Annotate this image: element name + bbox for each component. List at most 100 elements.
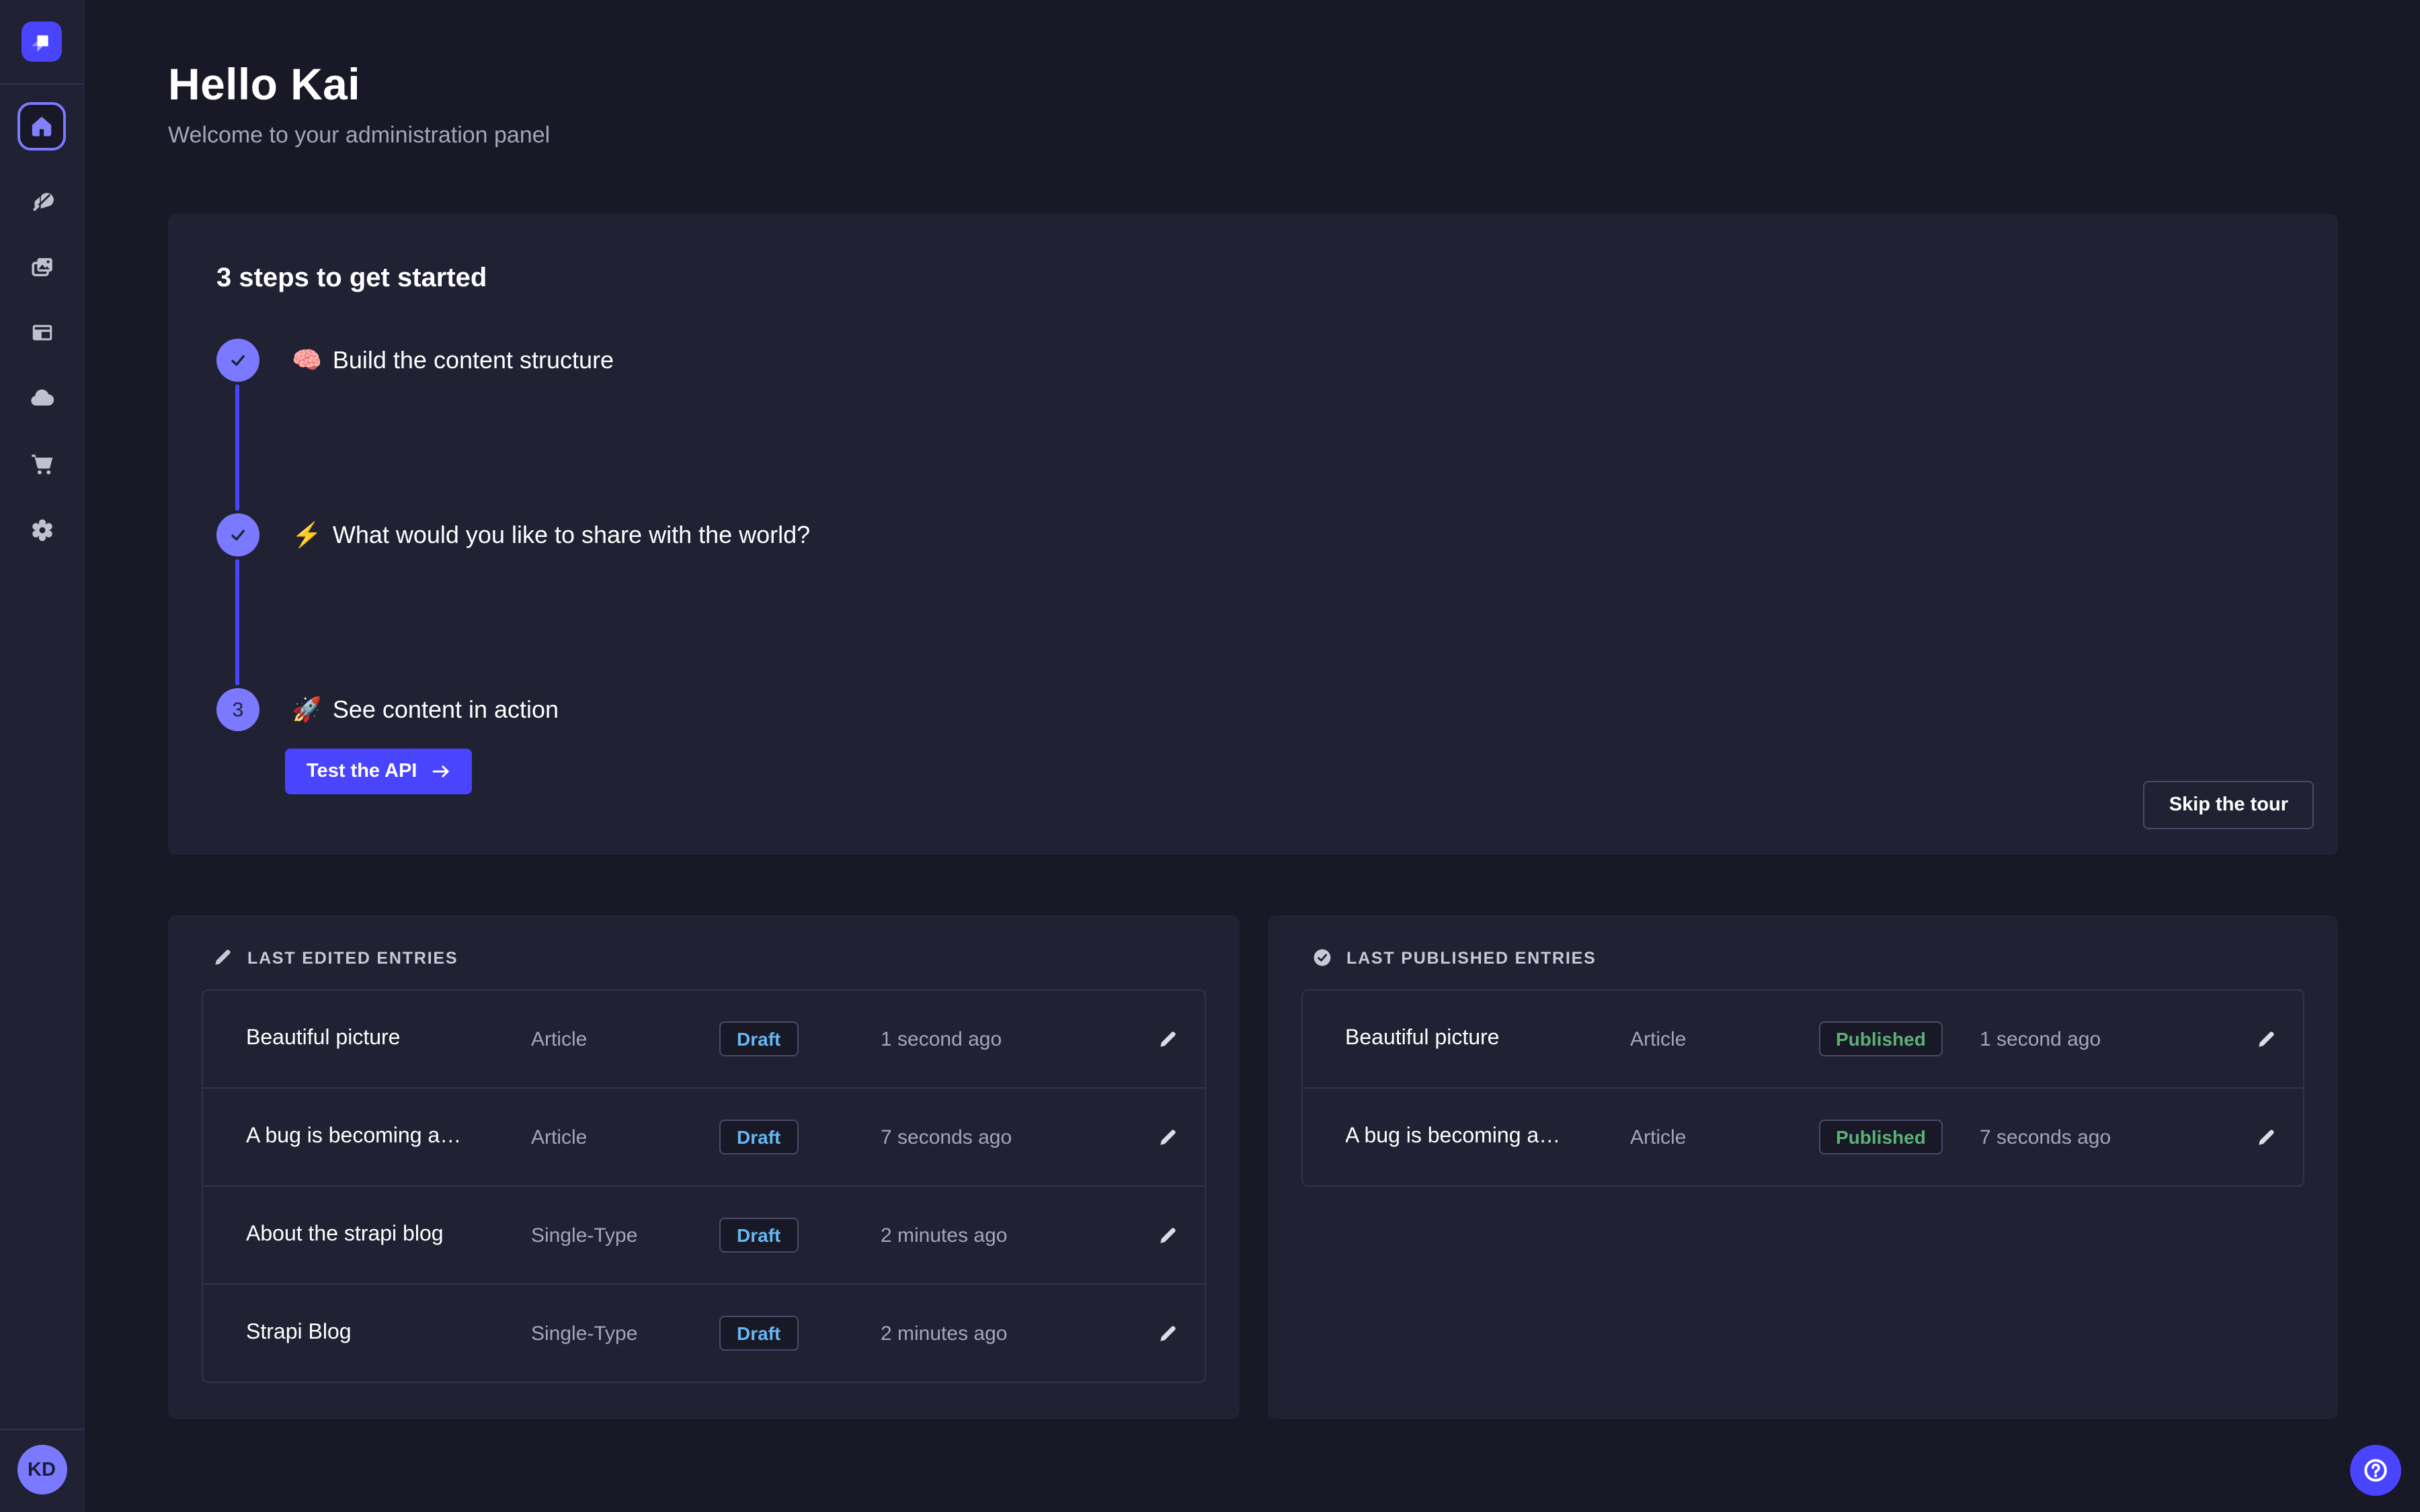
skip-the-tour-button[interactable]: Skip the tour bbox=[2144, 781, 2314, 829]
last-published-header: LAST PUBLISHED ENTRIES bbox=[1301, 948, 2304, 968]
edit-entry-button[interactable] bbox=[1154, 1222, 1180, 1248]
help-button[interactable] bbox=[2350, 1445, 2401, 1496]
entry-time: 7 seconds ago bbox=[881, 1126, 1154, 1148]
entries-panels: LAST EDITED ENTRIES Beautiful picture Ar… bbox=[168, 915, 2338, 1419]
sidebar-item-content-type-builder[interactable] bbox=[26, 184, 58, 216]
entry-title: Beautiful picture bbox=[1345, 1027, 1630, 1051]
sidebar: KD bbox=[0, 0, 85, 1512]
sidebar-footer: KD bbox=[0, 1429, 83, 1512]
cloud-icon bbox=[28, 384, 55, 411]
pencil-icon bbox=[2256, 1127, 2276, 1147]
onboarding-cta-row: Test the API bbox=[285, 749, 2290, 794]
last-published-table: Beautiful picture Article Published 1 se… bbox=[1301, 989, 2304, 1187]
status-badge: Published bbox=[1818, 1021, 1943, 1056]
edit-entry-button[interactable] bbox=[1154, 1124, 1180, 1150]
onboarding-step-2: ⚡ What would you like to share with the … bbox=[216, 513, 2290, 556]
user-avatar[interactable]: KD bbox=[17, 1445, 67, 1495]
pencil-icon bbox=[212, 948, 233, 968]
entry-title: A bug is becoming a… bbox=[246, 1125, 531, 1149]
table-row: About the strapi blog Single-Type Draft … bbox=[203, 1185, 1204, 1284]
entry-type: Single-Type bbox=[531, 1224, 719, 1247]
strapi-admin-app: KD Hello Kai Welcome to your administrat… bbox=[0, 0, 2420, 1512]
step-number: 3 bbox=[233, 698, 244, 721]
edit-entry-button[interactable] bbox=[1154, 1026, 1180, 1052]
pencil-icon bbox=[1157, 1323, 1177, 1343]
entry-time: 7 seconds ago bbox=[1980, 1126, 2253, 1148]
sidebar-item-cloud[interactable] bbox=[26, 382, 58, 414]
pencil-icon bbox=[1157, 1029, 1177, 1049]
entry-time: 1 second ago bbox=[1980, 1027, 2253, 1050]
main-content: Hello Kai Welcome to your administration… bbox=[85, 0, 2420, 1512]
onboarding-card: 3 steps to get started 🧠 Build the conte… bbox=[168, 214, 2338, 855]
strapi-logo-icon bbox=[27, 27, 56, 56]
test-the-api-label: Test the API bbox=[307, 761, 417, 782]
step-number-badge: 3 bbox=[216, 688, 259, 731]
zap-emoji-icon: ⚡ bbox=[292, 521, 322, 549]
sidebar-nav bbox=[0, 85, 83, 546]
pencil-icon bbox=[1157, 1127, 1177, 1147]
last-published-panel: LAST PUBLISHED ENTRIES Beautiful picture… bbox=[1267, 915, 2338, 1419]
question-circle-icon bbox=[2362, 1457, 2389, 1484]
last-edited-header-label: LAST EDITED ENTRIES bbox=[247, 948, 458, 967]
entry-title: A bug is becoming a… bbox=[1345, 1125, 1630, 1149]
table-row: A bug is becoming a… Article Draft 7 sec… bbox=[203, 1087, 1204, 1185]
entry-type: Article bbox=[1630, 1027, 1818, 1050]
step-connector-line bbox=[235, 384, 239, 511]
entry-time: 2 minutes ago bbox=[881, 1322, 1154, 1345]
pencil-icon bbox=[2256, 1029, 2276, 1049]
step-label: 🧠 Build the content structure bbox=[292, 346, 614, 374]
entry-title: About the strapi blog bbox=[246, 1223, 531, 1247]
brain-emoji-icon: 🧠 bbox=[292, 346, 322, 374]
media-library-icon bbox=[29, 253, 54, 279]
sidebar-item-home[interactable] bbox=[17, 102, 66, 151]
last-edited-header: LAST EDITED ENTRIES bbox=[202, 948, 1205, 968]
entry-time: 2 minutes ago bbox=[881, 1224, 1154, 1247]
rocket-emoji-icon: 🚀 bbox=[292, 696, 322, 724]
step-label: 🚀 See content in action bbox=[292, 696, 559, 724]
workspace-logo-button[interactable] bbox=[22, 22, 62, 62]
last-edited-table: Beautiful picture Article Draft 1 second… bbox=[202, 989, 1205, 1383]
onboarding-step-3: 3 🚀 See content in action bbox=[216, 688, 2290, 731]
entry-type: Article bbox=[531, 1126, 719, 1148]
status-badge: Draft bbox=[719, 1218, 798, 1253]
step-label: ⚡ What would you like to share with the … bbox=[292, 521, 810, 549]
entry-type: Article bbox=[1630, 1126, 1818, 1148]
status-badge: Draft bbox=[719, 1316, 798, 1351]
table-row: Strapi Blog Single-Type Draft 2 minutes … bbox=[203, 1284, 1204, 1382]
step-label-text: See content in action bbox=[333, 696, 559, 724]
feather-icon bbox=[29, 187, 54, 213]
sidebar-item-media-library[interactable] bbox=[26, 250, 58, 282]
edit-entry-button[interactable] bbox=[1154, 1320, 1180, 1346]
marketplace-cart-icon bbox=[29, 451, 54, 476]
entry-title: Strapi Blog bbox=[246, 1321, 531, 1345]
arrow-right-icon bbox=[432, 762, 450, 781]
step-done-check-icon bbox=[216, 339, 259, 382]
table-row: Beautiful picture Article Draft 1 second… bbox=[203, 991, 1204, 1087]
sidebar-item-content-manager[interactable] bbox=[26, 316, 58, 348]
status-badge: Published bbox=[1818, 1120, 1943, 1154]
entry-type: Article bbox=[531, 1027, 719, 1050]
status-badge: Draft bbox=[719, 1120, 798, 1154]
table-row: A bug is becoming a… Article Published 7… bbox=[1302, 1087, 2303, 1185]
step-connector-line bbox=[235, 559, 239, 685]
home-icon bbox=[30, 114, 54, 138]
edit-entry-button[interactable] bbox=[2253, 1124, 2279, 1150]
step-done-check-icon bbox=[216, 513, 259, 556]
entry-title: Beautiful picture bbox=[246, 1027, 531, 1051]
step-label-text: What would you like to share with the wo… bbox=[333, 521, 810, 549]
sidebar-item-settings[interactable] bbox=[26, 513, 58, 546]
check-circle-icon bbox=[1312, 948, 1332, 968]
test-the-api-button[interactable]: Test the API bbox=[285, 749, 472, 794]
sidebar-item-marketplace[interactable] bbox=[26, 448, 58, 480]
entry-time: 1 second ago bbox=[881, 1027, 1154, 1050]
edit-entry-button[interactable] bbox=[2253, 1026, 2279, 1052]
entry-type: Single-Type bbox=[531, 1322, 719, 1345]
last-published-header-label: LAST PUBLISHED ENTRIES bbox=[1346, 948, 1597, 967]
content-manager-icon bbox=[29, 319, 54, 345]
onboarding-steps: 🧠 Build the content structure ⚡ What wou… bbox=[216, 339, 2290, 794]
last-edited-panel: LAST EDITED ENTRIES Beautiful picture Ar… bbox=[168, 915, 1239, 1419]
onboarding-title: 3 steps to get started bbox=[216, 263, 2290, 294]
settings-gear-icon bbox=[29, 517, 54, 542]
page-title: Hello Kai bbox=[168, 59, 2338, 110]
status-badge: Draft bbox=[719, 1021, 798, 1056]
